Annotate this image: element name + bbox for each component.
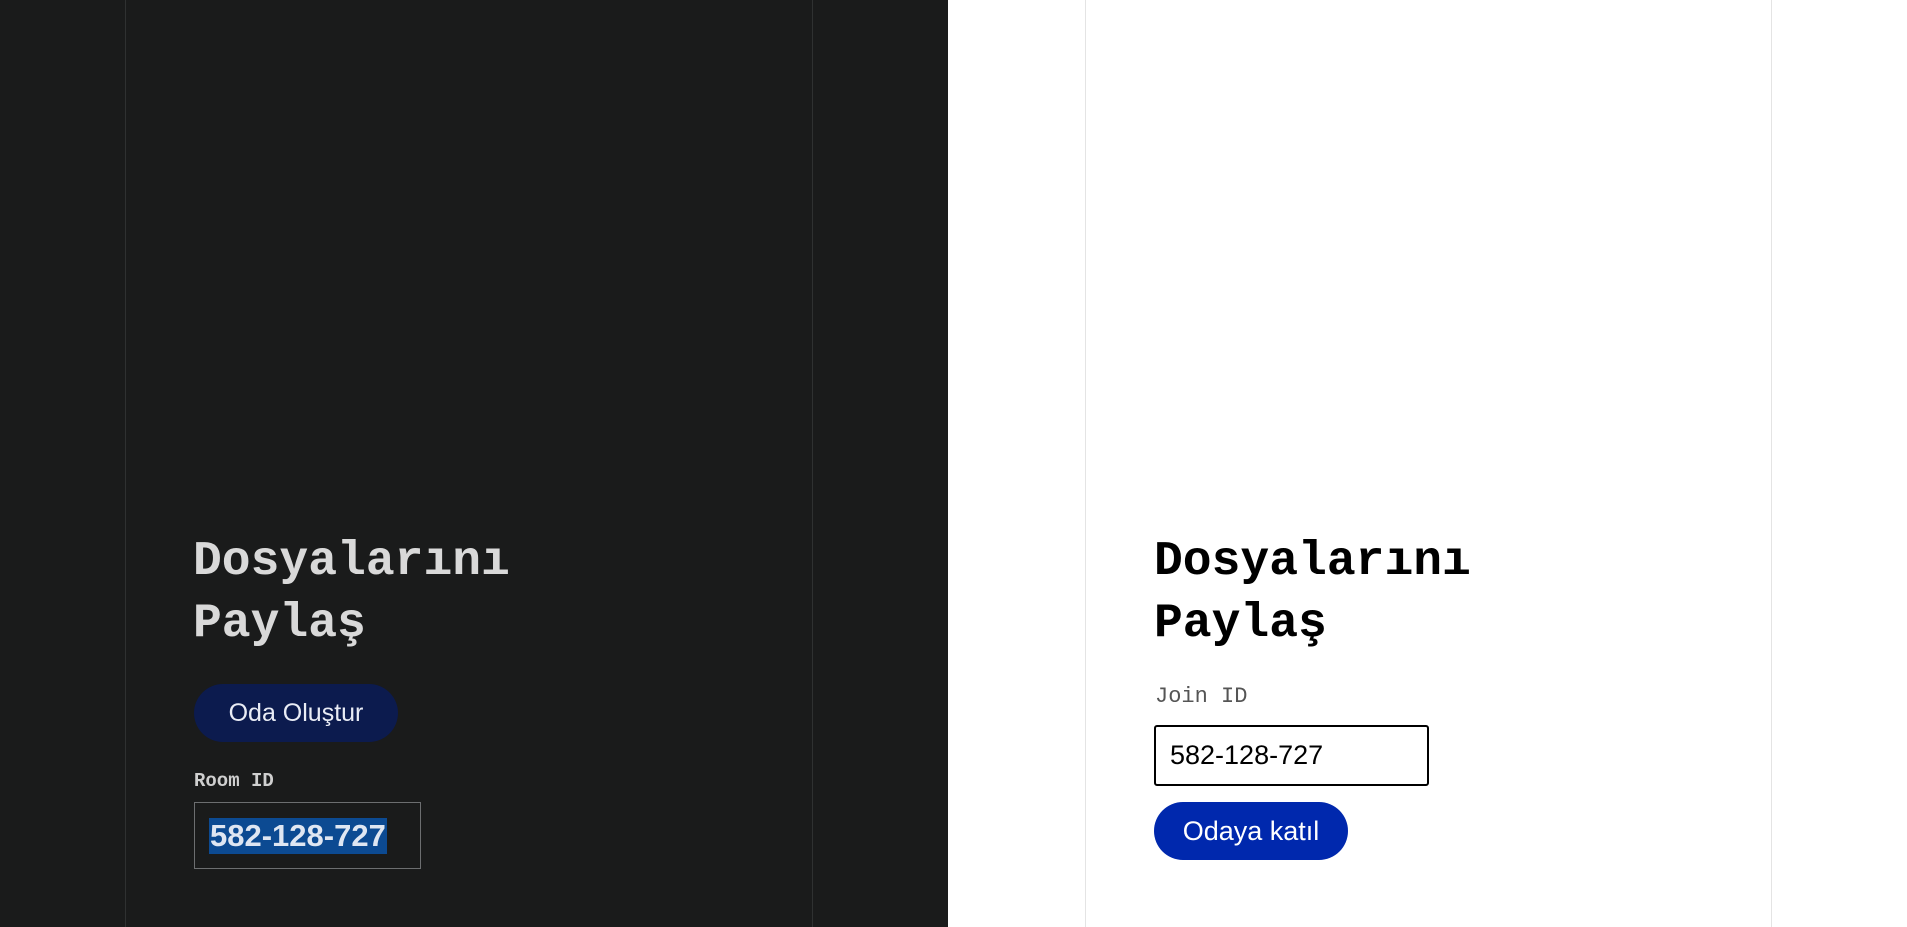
page-title: Dosyalarını Paylaş bbox=[193, 531, 510, 655]
title-line-1: Dosyalarını bbox=[193, 535, 510, 589]
room-id-label: Room ID bbox=[194, 770, 274, 792]
split-view: Dosyalarını Paylaş Oda Oluştur Room ID 5… bbox=[0, 0, 1907, 927]
page-title: Dosyalarını Paylaş bbox=[1154, 531, 1471, 655]
join-id-input[interactable] bbox=[1154, 725, 1429, 786]
guest-panel: Dosyalarını Paylaş Join ID Odaya katıl bbox=[948, 0, 1907, 927]
join-id-label: Join ID bbox=[1155, 684, 1248, 709]
host-panel: Dosyalarını Paylaş Oda Oluştur Room ID 5… bbox=[0, 0, 948, 927]
create-room-button[interactable]: Oda Oluştur bbox=[194, 684, 398, 742]
title-line-1: Dosyalarını bbox=[1154, 535, 1471, 589]
layout-guide-line bbox=[1085, 0, 1086, 927]
title-line-2: Paylaş bbox=[193, 597, 366, 651]
layout-guide-line bbox=[812, 0, 813, 927]
room-id-display[interactable]: 582-128-727 bbox=[194, 802, 421, 869]
title-line-2: Paylaş bbox=[1154, 597, 1327, 651]
layout-guide-line bbox=[1771, 0, 1772, 927]
room-id-value[interactable]: 582-128-727 bbox=[209, 817, 387, 854]
join-room-button[interactable]: Odaya katıl bbox=[1154, 802, 1348, 860]
layout-guide-line bbox=[125, 0, 126, 927]
